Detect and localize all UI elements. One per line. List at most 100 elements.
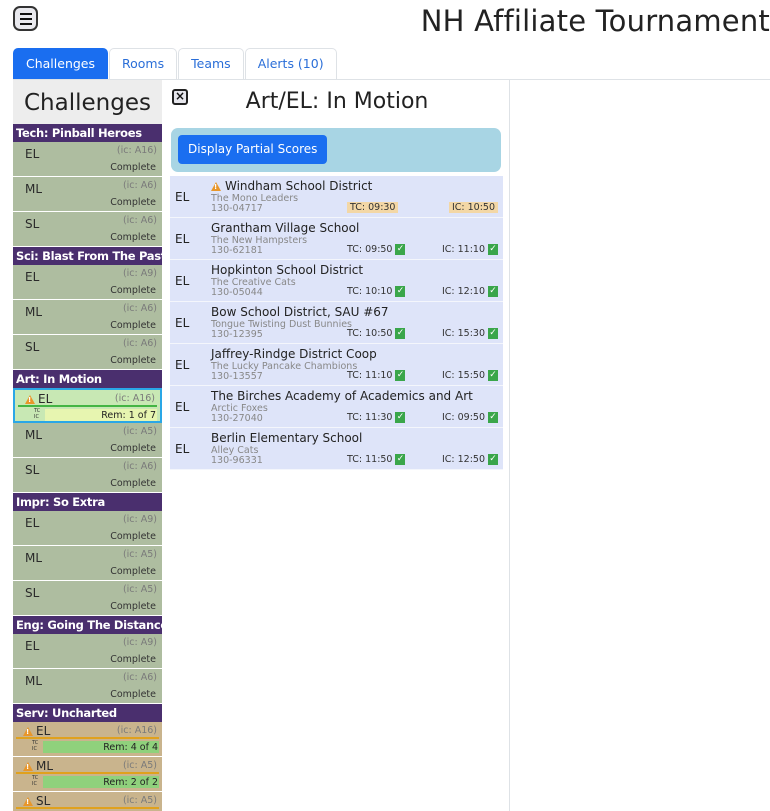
team-row[interactable]: EL Berlin Elementary School Alley Cats 130-… <box>170 428 503 470</box>
challenge-cell[interactable]: ML (ic: A6) Complete <box>13 669 162 704</box>
team-number: 130-05044 <box>211 287 263 298</box>
challenge-cell[interactable]: EL (ic: A9) Complete <box>13 265 162 300</box>
division-label: EL <box>25 516 40 530</box>
ic-time: IC: 12:10 ✓ <box>442 286 498 297</box>
team-row[interactable]: ELWindham School DistrictThe Mono Leader… <box>170 176 503 218</box>
challenge-cell[interactable]: SL (ic: A5) <box>13 792 162 811</box>
ic-time: IC: 15:50 ✓ <box>442 370 498 381</box>
challenge-cell[interactable]: ML (ic: A6) Complete <box>13 300 162 335</box>
status-text: Complete <box>110 654 156 665</box>
ic-room: (ic: A5) <box>122 795 157 806</box>
team-name: Jaffrey-Rindge District Coop <box>211 347 377 361</box>
challenge-cell[interactable]: EL (ic: A9) Complete <box>13 511 162 546</box>
ic-label: IC <box>32 746 37 752</box>
division-label: ML <box>25 674 43 688</box>
cell-division: EL <box>23 724 50 738</box>
tab-bar: Challenges Rooms Teams Alerts (10) <box>13 48 338 80</box>
challenge-cell[interactable]: EL TCIC Rem: 1 of 7 (ic: A16) <box>13 388 162 423</box>
tc-time: TC: 09:30 <box>347 202 399 213</box>
ic-time-text: IC: 12:50 <box>441 454 485 465</box>
remaining-count: Rem: 2 of 2 <box>103 777 158 788</box>
ic-label: IC <box>34 414 39 420</box>
team-division: EL <box>175 232 190 246</box>
progress-line <box>18 405 157 407</box>
team-name-text: Hopkinton School District <box>211 263 364 277</box>
tc-time-text: TC: 09:50 <box>347 244 393 255</box>
ic-room: (ic: A6) <box>122 461 157 472</box>
team-name: Bow School District, SAU #67 <box>211 305 389 319</box>
challenge-title: Art/EL: In Motion <box>245 89 429 114</box>
ic-time-text: IC: 11:10 <box>441 244 485 255</box>
division-label: EL <box>25 639 40 653</box>
team-row[interactable]: EL Jaffrey-Rindge District Coop The Lucky … <box>170 344 503 386</box>
ic-room: (ic: A6) <box>122 303 157 314</box>
team-division: EL <box>175 358 190 372</box>
ic-room: (ic: A16) <box>116 145 157 156</box>
remaining-count: Rem: 1 of 7 <box>101 410 156 421</box>
team-row[interactable]: EL Grantham Village School The New Hampste… <box>170 218 503 260</box>
check-icon: ✓ <box>488 454 498 465</box>
team-number: 130-27040 <box>211 413 263 424</box>
partial-scores-box: Display Partial Scores <box>171 128 501 172</box>
challenge-cell[interactable]: SL (ic: A5) Complete <box>13 581 162 616</box>
progress-line <box>16 807 159 809</box>
team-row[interactable]: EL Hopkinton School District The Creative … <box>170 260 503 302</box>
tc-time: TC: 09:50 ✓ <box>347 244 406 255</box>
status-text: Complete <box>110 162 156 173</box>
challenges-title: Challenges <box>13 80 162 124</box>
challenge-cell[interactable]: SL (ic: A6) Complete <box>13 212 162 247</box>
check-icon: ✓ <box>488 244 498 255</box>
challenges-panel: Challenges Tech: Pinball Heroes EL (ic: A1… <box>13 80 162 811</box>
tc-time-text: TC: 11:50 <box>347 454 393 465</box>
challenge-cell[interactable]: ML (ic: A6) Complete <box>13 177 162 212</box>
division-label: SL <box>25 463 40 477</box>
team-number: 130-04717 <box>211 203 263 214</box>
warning-icon <box>23 796 33 806</box>
division-label: EL <box>38 392 53 406</box>
challenge-cell[interactable]: SL (ic: A6) Complete <box>13 458 162 493</box>
status-text: Complete <box>110 285 156 296</box>
team-name-text: The Birches Academy of Academics and Art <box>211 389 473 403</box>
challenge-cell[interactable]: EL TCIC Rem: 4 of 4 (ic: A16) <box>13 722 162 757</box>
tab-rooms[interactable]: Rooms <box>109 48 178 79</box>
challenge-cell[interactable]: SL (ic: A6) Complete <box>13 335 162 370</box>
ic-time: IC: 12:50 ✓ <box>442 454 498 465</box>
division-label: ML <box>36 759 54 773</box>
team-name: Windham School District <box>211 179 372 193</box>
team-division: EL <box>175 400 190 414</box>
ic-room: (ic: A6) <box>122 672 157 683</box>
display-partial-scores-button[interactable]: Display Partial Scores <box>178 135 328 164</box>
group-header: Impr: So Extra <box>13 493 162 511</box>
division-label: EL <box>36 724 51 738</box>
tab-teams[interactable]: Teams <box>178 48 244 79</box>
tc-time: TC: 11:10 ✓ <box>347 370 406 381</box>
cell-division: EL <box>25 392 52 406</box>
ic-room: (ic: A5) <box>122 584 157 595</box>
team-row[interactable]: EL Bow School District, SAU #67 Tongue Twi… <box>170 302 503 344</box>
check-icon: ✓ <box>395 328 406 339</box>
status-text: Complete <box>110 478 156 489</box>
tc-time-text: TC: 11:10 <box>347 370 393 381</box>
status-text: Complete <box>110 443 156 454</box>
challenge-cell[interactable]: ML (ic: A5) Complete <box>13 423 162 458</box>
menu-icon[interactable] <box>13 6 38 31</box>
tab-challenges[interactable]: Challenges <box>13 48 109 79</box>
check-icon: ✓ <box>395 244 406 255</box>
challenge-cell[interactable]: ML TCIC Rem: 2 of 2 (ic: A5) <box>13 757 162 792</box>
warning-icon <box>23 761 33 771</box>
team-number: 130-12395 <box>211 329 263 340</box>
challenge-cell[interactable]: EL (ic: A16) Complete <box>13 142 162 177</box>
group-header: Serv: Uncharted <box>13 704 162 722</box>
team-name: Grantham Village School <box>211 221 359 235</box>
ic-room: (ic: A5) <box>122 760 157 771</box>
team-row[interactable]: EL The Birches Academy of Academics and A… <box>170 386 503 428</box>
status-text: Complete <box>110 232 156 243</box>
team-name: Berlin Elementary School <box>211 431 362 445</box>
tab-alerts[interactable]: Alerts (10) <box>244 48 337 79</box>
division-label: SL <box>25 586 40 600</box>
tc-time: TC: 11:30 ✓ <box>347 412 406 423</box>
challenge-cell[interactable]: EL (ic: A9) Complete <box>13 634 162 669</box>
challenge-cell[interactable]: ML (ic: A5) Complete <box>13 546 162 581</box>
check-icon: ✓ <box>488 286 498 297</box>
ic-time-text: IC: 12:10 <box>441 286 485 297</box>
